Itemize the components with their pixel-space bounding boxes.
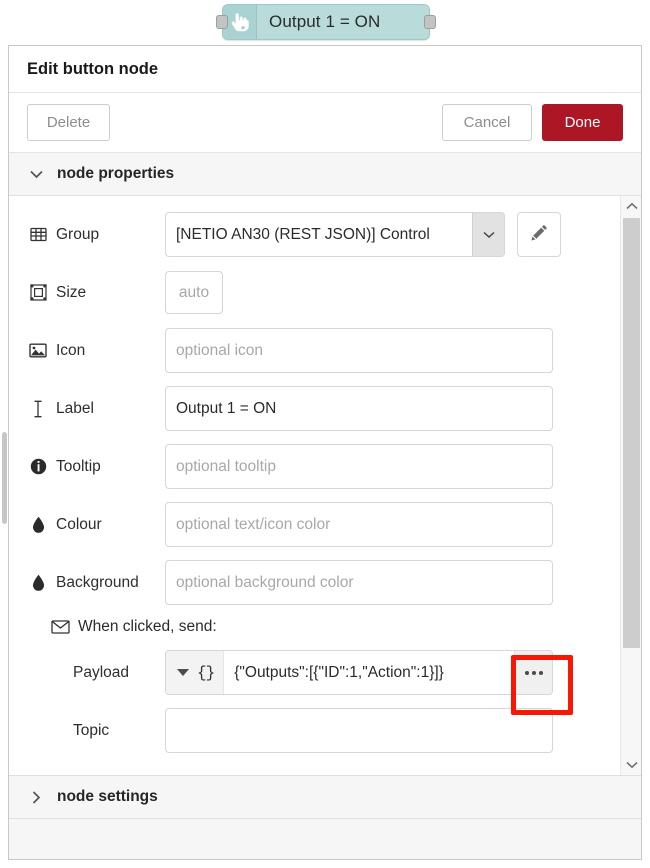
section-label-node-properties: node properties — [57, 165, 175, 182]
dialog-title: Edit button node — [9, 46, 641, 93]
field-row-payload: Payload {} {"Outputs":[{"ID":1,"Action":… — [27, 650, 610, 695]
chevron-right-icon — [27, 790, 45, 804]
info-circle-icon — [27, 458, 49, 475]
field-label-text-icon: Icon — [56, 341, 86, 359]
delete-button[interactable]: Delete — [27, 104, 110, 141]
field-row-tooltip: Tooltip — [27, 444, 610, 489]
field-row-icon: Icon — [27, 328, 610, 373]
cancel-button[interactable]: Cancel — [442, 104, 532, 141]
flow-canvas: Output 1 = ON — [0, 0, 650, 45]
payload-typed-input[interactable]: {} {"Outputs":[{"ID":1,"Action":1}]} — [165, 650, 553, 695]
droplet-icon — [27, 574, 49, 592]
droplet-icon — [27, 516, 49, 534]
field-label-label: Label — [27, 400, 165, 418]
field-label-text-label: Label — [56, 399, 94, 417]
section-label-node-settings: node settings — [57, 788, 158, 805]
edit-node-dialog: Edit button node Delete Cancel Done node… — [8, 45, 642, 860]
label-input[interactable] — [165, 386, 553, 431]
field-label-text-colour: Colour — [56, 515, 102, 533]
pencil-icon — [530, 223, 549, 247]
size-input[interactable] — [165, 271, 223, 314]
field-row-size: Size — [27, 270, 610, 315]
app-root: Output 1 = ON Edit button node Delete Ca… — [0, 0, 650, 868]
field-label-background: Background — [27, 574, 165, 592]
node-input-port[interactable] — [216, 15, 228, 29]
dialog-toolbar: Delete Cancel Done — [9, 93, 641, 153]
tooltip-input[interactable] — [165, 444, 553, 489]
done-button[interactable]: Done — [542, 104, 623, 141]
image-icon — [27, 343, 49, 358]
node-properties-form: Group [NETIO AN30 (REST JSON)] Control S… — [9, 196, 620, 775]
field-label-text-group: Group — [56, 225, 100, 243]
button-node-chip[interactable]: Output 1 = ON — [216, 4, 436, 40]
field-label-topic: Topic — [27, 722, 165, 740]
pointing-hand-icon — [223, 5, 257, 39]
topic-input[interactable] — [165, 708, 553, 753]
ellipsis-icon — [524, 670, 543, 675]
field-label-size: Size — [27, 284, 165, 302]
field-label-text-tooltip: Tooltip — [56, 457, 101, 475]
field-row-colour: Colour — [27, 502, 610, 547]
field-label-icon: Icon — [27, 342, 165, 360]
field-row-label: Label — [27, 386, 610, 431]
scroll-down-icon[interactable] — [621, 755, 642, 775]
colour-input[interactable] — [165, 502, 553, 547]
scrollbar-thumb[interactable] — [623, 218, 640, 648]
chevron-down-icon — [27, 170, 45, 179]
field-label-payload: Payload — [27, 664, 165, 682]
table-grid-icon — [27, 227, 49, 242]
when-clicked-heading: When clicked, send: — [49, 618, 610, 636]
field-label-text-size: Size — [56, 283, 87, 301]
field-label-text-payload: Payload — [73, 663, 130, 681]
group-select-value: [NETIO AN30 (REST JSON)] Control — [176, 225, 430, 243]
json-type-icon: {} — [197, 663, 215, 682]
dialog-footer — [9, 819, 641, 859]
envelope-icon — [49, 620, 71, 634]
field-row-group: Group [NETIO AN30 (REST JSON)] Control — [27, 212, 610, 257]
when-clicked-text: When clicked, send: — [78, 618, 217, 635]
properties-scrollbar[interactable] — [620, 196, 641, 775]
icon-input[interactable] — [165, 328, 553, 373]
field-label-group: Group — [27, 226, 165, 244]
page-edge-scrollbar[interactable] — [2, 432, 7, 524]
chevron-down-icon[interactable] — [472, 213, 504, 256]
payload-value[interactable]: {"Outputs":[{"ID":1,"Action":1}]} — [224, 664, 514, 682]
text-cursor-icon — [27, 400, 49, 418]
field-label-colour: Colour — [27, 516, 165, 534]
edit-group-button[interactable] — [517, 212, 561, 257]
field-row-background: Background — [27, 560, 610, 605]
field-label-text-topic: Topic — [73, 721, 110, 739]
field-label-text-background: Background — [56, 573, 139, 591]
node-chip-label: Output 1 = ON — [269, 12, 381, 31]
node-properties-panel: Group [NETIO AN30 (REST JSON)] Control S… — [9, 196, 641, 776]
field-row-topic: Topic — [27, 708, 610, 753]
field-label-tooltip: Tooltip — [27, 458, 165, 476]
node-output-port[interactable] — [424, 15, 436, 29]
group-select[interactable]: [NETIO AN30 (REST JSON)] Control — [165, 212, 505, 257]
section-header-node-settings[interactable]: node settings — [9, 776, 641, 819]
payload-expand-button[interactable] — [514, 651, 552, 694]
resize-frame-icon — [27, 284, 49, 301]
section-header-node-properties[interactable]: node properties — [9, 153, 641, 196]
background-input[interactable] — [165, 560, 553, 605]
payload-type-selector[interactable]: {} — [166, 651, 225, 694]
caret-down-icon — [177, 669, 189, 676]
scroll-up-icon[interactable] — [621, 196, 642, 216]
